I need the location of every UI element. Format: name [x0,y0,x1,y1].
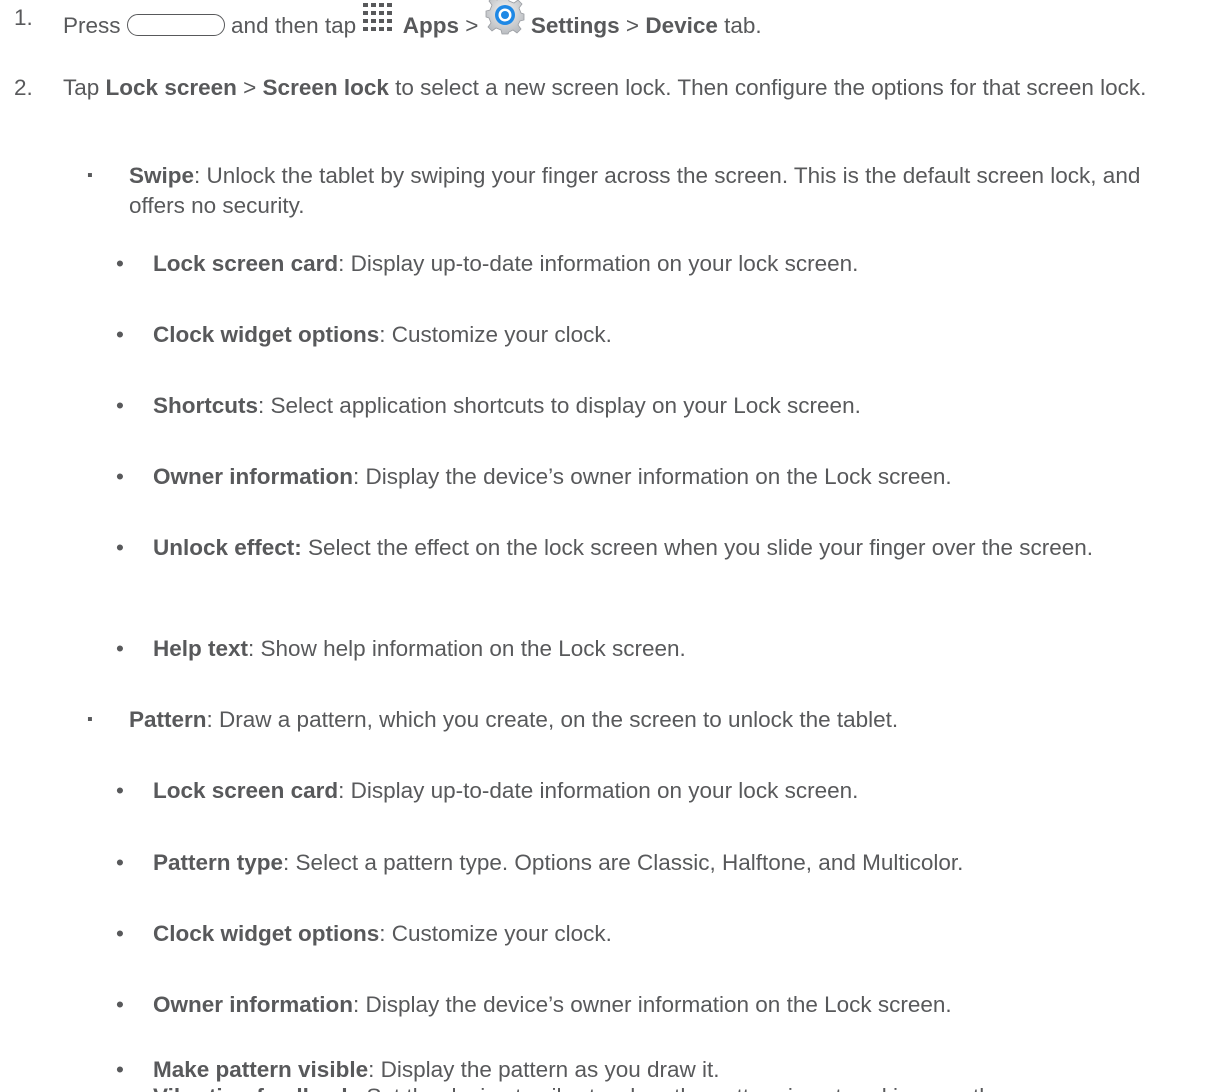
document-page: 1. Press and then tap Apps > Settings > … [0,0,1207,1092]
square-bullet: ▪ [87,167,93,184]
settings-gear-icon [485,0,525,43]
dot-bullet: • [116,251,124,276]
dot-bullet: • [116,322,124,347]
dot-bullet: • [116,921,124,946]
step-number: 2. [14,75,33,100]
step-text: Press and then tap Apps > Settings > Dev… [63,0,1195,51]
pattern-label: Pattern [129,707,207,732]
pattern-option: • Vibration feedback: Set the device to … [0,1082,1195,1092]
square-bullet: ▪ [87,711,93,728]
dot-bullet: • [116,393,124,418]
dot-bullet: • [116,1057,124,1082]
dot-bullet: • [116,1082,124,1092]
pattern-option: • Make pattern visible: Display the patt… [0,1055,1195,1085]
step-number: 1. [14,5,33,30]
dot-bullet: • [116,992,124,1017]
dot-bullet: • [116,636,124,661]
apps-grid-icon [362,2,396,40]
dot-bullet: • [116,535,124,560]
home-key-icon [126,14,225,36]
dot-bullet: • [116,464,124,489]
step-text: Tap Lock screen > Screen lock to select … [63,75,1147,100]
dot-bullet: • [116,778,124,803]
swipe-label: Swipe [129,163,195,188]
dot-bullet: • [116,850,124,875]
